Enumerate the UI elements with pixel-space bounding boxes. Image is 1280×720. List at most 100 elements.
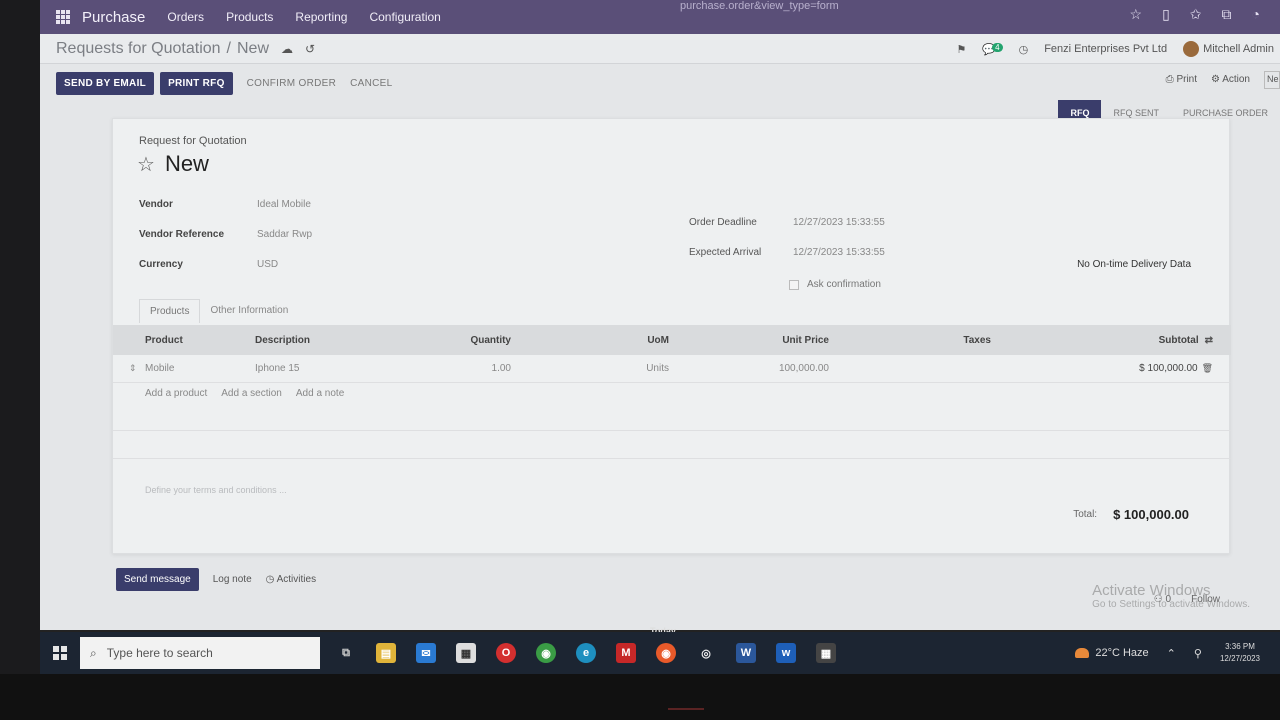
browser-toolbar-icons: ☆ ▯ ✩ ⧉ ◔ — [1130, 6, 1260, 23]
tab-other-information[interactable]: Other Information — [200, 299, 298, 323]
cell-uom[interactable]: Units — [523, 363, 693, 374]
tab-products[interactable]: Products — [139, 299, 201, 323]
add-product-link[interactable]: Add a product — [145, 388, 207, 399]
collections-icon[interactable]: ⧉ — [1222, 6, 1232, 23]
trash-icon[interactable]: 🗑 — [1202, 363, 1213, 373]
col-subtotal-label: Subtotal — [1158, 334, 1199, 346]
pager-next[interactable]: Ne — [1264, 71, 1280, 89]
confirm-order-button[interactable]: CONFIRM ORDER — [247, 78, 336, 89]
word-icon[interactable]: W — [736, 643, 756, 663]
discard-undo-icon[interactable]: ↺ — [305, 42, 315, 56]
system-tray: 22°C Haze ⌃ ⚲ 3:36 PM 12/27/2023 — [1075, 632, 1260, 674]
order-deadline-label: Order Deadline — [689, 217, 757, 228]
total-value: $ 100,000.00 — [1113, 507, 1189, 522]
expected-arrival-input[interactable]: 12/27/2023 15:33:55 — [793, 247, 885, 258]
terms-input[interactable]: Define your terms and conditions ... — [145, 485, 287, 495]
col-uom[interactable]: UoM — [523, 335, 693, 346]
cell-unit-price[interactable]: 100,000.00 — [693, 363, 833, 374]
store-icon[interactable]: ▦ — [456, 643, 476, 663]
menu-products[interactable]: Products — [226, 10, 273, 24]
app-brand[interactable]: Purchase — [82, 9, 145, 26]
menu-reporting[interactable]: Reporting — [295, 10, 347, 24]
profile-icon[interactable]: ◔ — [1252, 6, 1260, 23]
chrome-profile-icon[interactable]: ◉ — [656, 643, 676, 663]
messages-badge: 4 — [992, 42, 1003, 52]
col-unit-price[interactable]: Unit Price — [693, 335, 833, 346]
search-placeholder: Type here to search — [106, 646, 213, 660]
task-view-icon[interactable]: ⧉ — [336, 643, 356, 663]
cancel-button[interactable]: CANCEL — [350, 78, 392, 89]
action-menu[interactable]: ⚙ Action — [1211, 74, 1250, 89]
taskbar-apps: ⧉ ▤ ✉ ▦ O ◉ e M ◉ ◎ W w ▦ — [336, 643, 836, 663]
bell-icon[interactable]: ⚑ — [957, 43, 967, 56]
activate-title: Activate Windows — [1092, 582, 1211, 599]
empty-row — [113, 431, 1231, 459]
edge-icon[interactable]: e — [576, 643, 596, 663]
action-menus: ⎙ Print ⚙ Action Ne — [1166, 71, 1280, 89]
weather-widget[interactable]: 22°C Haze — [1075, 647, 1149, 659]
clock[interactable]: 3:36 PM 12/27/2023 — [1220, 641, 1260, 665]
favorites-icon[interactable]: ✩ — [1190, 6, 1202, 23]
cell-description[interactable]: Iphone 15 — [253, 363, 413, 374]
expected-arrival-field: Expected Arrival 12/27/2023 15:33:55 — [689, 247, 989, 261]
systray: ⚑ 💬4 ◷ Fenzi Enterprises Pvt Ltd Mitchel… — [957, 34, 1280, 64]
table-row[interactable]: ⇕ Mobile Iphone 15 1.00 Units 100,000.00 … — [113, 355, 1231, 383]
currency-field: Currency USD — [139, 259, 439, 273]
star-bookmark-icon[interactable]: ☆ — [1130, 6, 1143, 23]
word-doc-icon[interactable]: w — [776, 643, 796, 663]
send-message-button[interactable]: Send message — [116, 568, 199, 591]
opera-icon[interactable]: O — [496, 643, 516, 663]
calculator-icon[interactable]: ▦ — [816, 643, 836, 663]
split-screen-icon[interactable]: ▯ — [1162, 6, 1170, 23]
taskbar-search[interactable]: ⌕ Type here to search — [80, 637, 320, 669]
add-note-link[interactable]: Add a note — [296, 388, 344, 399]
breadcrumb-parent[interactable]: Requests for Quotation — [56, 40, 221, 57]
messages-icon[interactable]: 💬4 — [982, 42, 1003, 56]
activate-subtitle: Go to Settings to activate Windows. — [1092, 599, 1250, 610]
print-menu[interactable]: ⎙ Print — [1166, 74, 1197, 89]
add-section-link[interactable]: Add a section — [221, 388, 282, 399]
breadcrumb-current: New — [237, 39, 270, 57]
network-icon[interactable]: ⚲ — [1194, 647, 1202, 660]
print-rfq-button[interactable]: PRINT RFQ — [160, 71, 233, 95]
col-taxes[interactable]: Taxes — [833, 335, 1003, 346]
send-by-email-button[interactable]: SEND BY EMAIL — [56, 71, 155, 95]
company-switcher[interactable]: Fenzi Enterprises Pvt Ltd — [1044, 43, 1167, 55]
on-time-delivery-info: No On-time Delivery Data — [1077, 259, 1191, 270]
menu-configuration[interactable]: Configuration — [369, 10, 440, 24]
file-explorer-icon[interactable]: ▤ — [376, 643, 396, 663]
monitor-bezel — [0, 674, 1280, 720]
vendor-label: Vendor — [139, 199, 173, 210]
ask-confirmation-checkbox[interactable] — [789, 279, 799, 290]
vendor-input[interactable]: Ideal Mobile — [257, 199, 311, 210]
cell-quantity[interactable]: 1.00 — [413, 363, 523, 374]
total-summary: Total: $ 100,000.00 — [1073, 507, 1189, 522]
user-menu[interactable]: Mitchell Admin — [1183, 41, 1274, 57]
obs-icon[interactable]: ◎ — [696, 643, 716, 663]
drag-handle-icon[interactable]: ⇕ — [129, 363, 137, 374]
cell-product[interactable]: ⇕ Mobile — [113, 363, 253, 374]
start-button[interactable] — [40, 632, 80, 674]
page-title: ☆ New — [137, 151, 209, 177]
column-toggle-icon[interactable]: ⇄ — [1205, 335, 1213, 346]
mail-icon[interactable]: ✉ — [416, 643, 436, 663]
col-subtotal[interactable]: Subtotal ⇄ — [1003, 335, 1231, 346]
col-description[interactable]: Description — [253, 335, 413, 346]
order-deadline-input[interactable]: 12/27/2023 15:33:55 — [793, 217, 885, 228]
vendor-reference-input[interactable]: Saddar Rwp — [257, 229, 312, 240]
chrome-icon[interactable]: ◉ — [536, 643, 556, 663]
apps-menu-icon[interactable] — [56, 10, 70, 24]
log-note-button[interactable]: Log note — [213, 574, 252, 585]
mcafee-icon[interactable]: M — [616, 643, 636, 663]
save-cloud-icon[interactable]: ☁ — [281, 42, 293, 56]
currency-input[interactable]: USD — [257, 259, 278, 270]
clock-activity-icon[interactable]: ◷ — [1019, 43, 1029, 56]
col-quantity[interactable]: Quantity — [413, 335, 523, 346]
control-panel-header: Requests for Quotation / New ☁ ↺ ⚑ 💬4 ◷ Fe… — [40, 34, 1280, 64]
col-product[interactable]: Product — [113, 335, 253, 346]
activities-button[interactable]: ◷ Activities — [266, 574, 316, 585]
table-header: Product Description Quantity UoM Unit Pr… — [113, 325, 1231, 355]
star-priority-icon[interactable]: ☆ — [137, 152, 155, 177]
menu-orders[interactable]: Orders — [167, 10, 204, 24]
chevron-up-icon[interactable]: ⌃ — [1167, 647, 1176, 660]
